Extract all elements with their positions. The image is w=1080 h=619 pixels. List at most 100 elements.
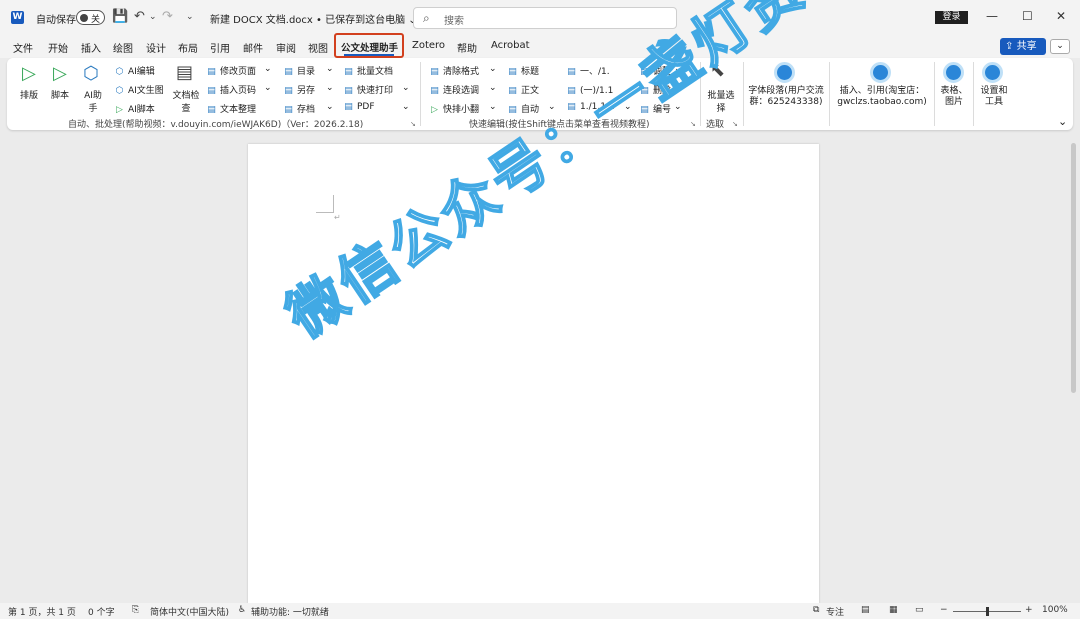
vertical-scrollbar[interactable] [1071,143,1076,393]
page-number-icon: ▤ [207,86,216,96]
chevron-down-icon[interactable]: ⌄ [264,83,272,93]
accessibility-icon[interactable]: ♿ [238,605,246,615]
chevron-down-icon[interactable]: ⌄ [326,83,334,93]
tab-insert[interactable]: 插入 [81,40,101,55]
tab-help[interactable]: 帮助 [457,40,477,55]
insert-page-number-button[interactable]: ▤ 插入页码 [205,83,256,96]
read-mode-icon[interactable]: ▤ [861,605,870,615]
dialog-launcher-icon[interactable]: ↘ [732,120,738,128]
heading-style-label: 标题 [521,67,540,77]
tab-zotero[interactable]: Zotero [412,40,445,51]
tab-mailings[interactable]: 邮件 [243,40,263,55]
chevron-down-icon[interactable]: ⌄ [326,64,334,74]
dialog-launcher-icon[interactable]: ↘ [690,120,696,128]
share-dropdown-icon[interactable]: ⌄ [1050,39,1070,54]
chevron-down-icon[interactable]: ⌄ [264,64,272,74]
quick-print-button[interactable]: ▤ 快速打印 [342,83,393,96]
web-layout-icon[interactable]: ▭ [915,605,924,615]
ai-image-button[interactable]: ⬡ AI文生图 [113,83,164,96]
search-box[interactable]: ⌕ 搜索 [413,7,677,29]
tab-acrobat[interactable]: Acrobat [491,40,530,51]
ai-script-button[interactable]: ▷ AI脚本 [113,102,155,115]
pdf-button[interactable]: ▤ PDF [342,102,374,112]
toc-button[interactable]: ▤ 目录 [282,64,315,77]
redo-icon[interactable]: ↷ [162,9,173,25]
minimize-icon[interactable]: — [986,9,998,23]
page-icon: ▤ [207,67,216,77]
word-app-icon[interactable]: W [11,11,24,24]
share-label: 共享 [1016,41,1037,52]
page-count[interactable]: 第 1 页，共 1 页 [8,605,76,618]
zoom-out-icon[interactable]: − [940,605,948,615]
chevron-down-icon[interactable]: ⌄ [402,83,410,93]
chevron-down-icon[interactable]: ⌄ [489,102,497,112]
ai-helper-icon[interactable]: ⬡ [83,63,99,84]
chevron-down-icon[interactable]: ⌄ [489,64,497,74]
proof-icon[interactable]: ⎘ [132,605,139,615]
table-image-icon[interactable] [943,62,964,83]
focus-mode-button[interactable]: 专注 [826,605,844,618]
print-layout-icon[interactable]: ▦ [889,605,898,615]
settings-tools-button[interactable]: 设置和工具 [978,86,1010,108]
dialog-launcher-icon[interactable]: ↘ [410,120,416,128]
text-tidy-icon: ▤ [207,105,216,115]
collapse-ribbon-icon[interactable]: ⌄ [1058,115,1067,128]
undo-dropdown-icon[interactable]: ⌄ [149,9,157,25]
tab-file[interactable]: 文件 [13,40,33,55]
quick-layout-button[interactable]: ▷ 快排小翻 [428,102,479,115]
batch-select-button[interactable]: 批量选择 [705,88,737,114]
select-paragraphs-button[interactable]: ▤ 连段选调 [428,83,479,96]
save-icon[interactable]: 💾 [112,9,128,25]
language-status[interactable]: 简体中文(中国大陆) [150,605,229,618]
focus-icon[interactable]: ⧉ [813,605,819,615]
tab-layout[interactable]: 布局 [178,40,198,55]
modify-page-button[interactable]: ▤ 修改页面 [205,64,256,77]
body-style-label: 正文 [521,86,540,96]
insert-reference-icon[interactable] [870,62,891,83]
settings-tools-icon[interactable] [982,62,1003,83]
font-paragraph-icon[interactable] [774,62,795,83]
tab-design[interactable]: 设计 [146,40,166,55]
tab-references[interactable]: 引用 [210,40,230,55]
toggle-knob [80,14,88,22]
font-paragraph-button[interactable]: 字体段落(用户交流群：625243338) [748,86,824,108]
autosave-toggle[interactable]: 关 [76,10,105,25]
chevron-down-icon[interactable]: ⌄ [489,83,497,93]
login-button[interactable]: 登录 [935,11,968,24]
zoom-level[interactable]: 100% [1042,605,1068,615]
maximize-icon[interactable]: ☐ [1022,9,1033,23]
archive-button[interactable]: ▤ 存档 [282,102,315,115]
tab-review[interactable]: 审阅 [276,40,296,55]
undo-icon[interactable]: ↶ [134,9,145,25]
accessibility-status[interactable]: 辅助功能: 一切就绪 [251,605,329,618]
jiaoben-button[interactable]: 脚本 [51,88,69,101]
text-tidy-button[interactable]: ▤ 文本整理 [205,102,256,115]
save-as-button[interactable]: ▤ 另存 [282,83,315,96]
zoom-slider-thumb[interactable] [986,607,989,616]
chevron-down-icon[interactable]: ⌄ [326,102,334,112]
tab-view[interactable]: 视图 [308,40,328,55]
batch-docs-button[interactable]: ▤ 批量文档 [342,64,393,77]
heading-style-button[interactable]: ▤ 标题 [506,64,539,77]
customize-toolbar-icon[interactable]: ⌄ [186,9,194,25]
body-style-button[interactable]: ▤ 正文 [506,83,539,96]
document-title[interactable]: 新建 DOCX 文档.docx • 已保存到这台电脑 ⌄ [210,11,417,26]
close-icon[interactable]: ✕ [1056,9,1066,23]
tab-home[interactable]: 开始 [48,40,68,55]
jiaoben-play-icon[interactable]: ▷ [53,63,67,84]
tab-draw[interactable]: 绘图 [113,40,133,55]
zoom-in-icon[interactable]: + [1025,605,1033,615]
doc-check-icon[interactable]: ▤ [176,62,193,83]
ai-helper-button[interactable]: AI助手 [84,88,102,114]
ai-edit-button[interactable]: ⬡ AI编辑 [113,64,155,77]
insert-reference-button[interactable]: 插入、引用(淘宝店：gwclzs.taobao.com) [834,86,930,108]
paiban-button[interactable]: 排版 [20,88,38,101]
word-count[interactable]: 0 个字 [88,605,115,618]
table-image-button[interactable]: 表格、图片 [938,86,970,108]
share-button[interactable]: ⇪ 共享 [1000,38,1046,55]
paiban-play-icon[interactable]: ▷ [22,63,36,84]
numbering-icon: ▤ [567,67,576,77]
chevron-down-icon[interactable]: ⌄ [402,102,410,112]
clear-format-button[interactable]: ▤ 清除格式 [428,64,479,77]
doc-check-button[interactable]: 文档检查 [172,88,200,114]
